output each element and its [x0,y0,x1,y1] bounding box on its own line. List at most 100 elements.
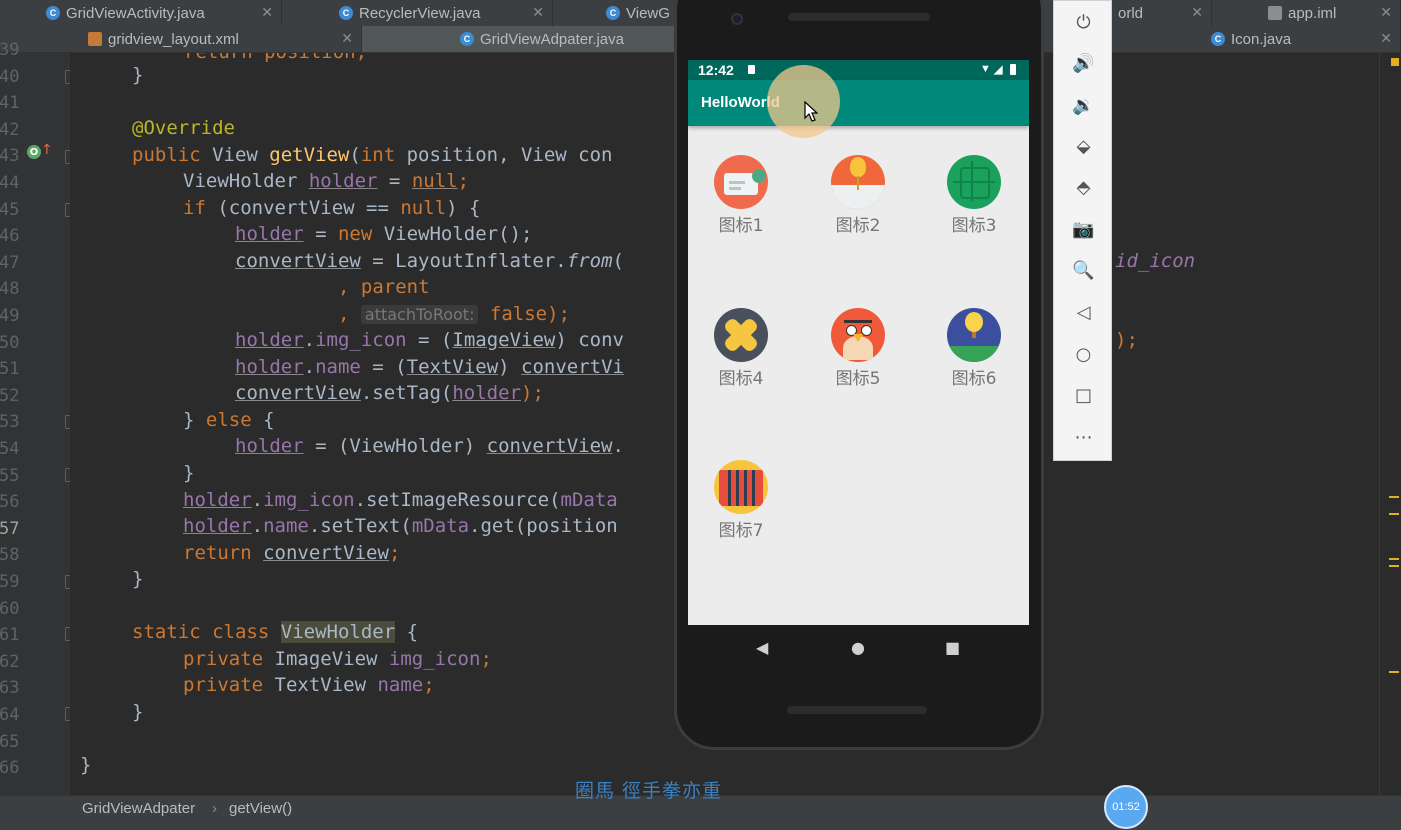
code-line: } [132,566,143,592]
more-icon[interactable]: ⋯ [1054,419,1113,455]
back-icon[interactable]: ◁ [1054,294,1113,330]
tab-label: RecyclerView.java [359,4,481,22]
line-number: 55 [0,465,20,486]
home-icon[interactable]: ○ [1054,336,1113,372]
field: mData [560,489,618,511]
keyword: false [489,303,548,325]
variable: convertView [235,250,361,272]
tab-recyclerview[interactable]: C RecyclerView.java ✕ [333,0,553,26]
breadcrumb-method[interactable]: getView() [229,800,292,817]
tab-label: app.iml [1288,4,1337,22]
tab-icon-java[interactable]: C Icon.java ✕ [1205,26,1401,52]
grid-item[interactable]: 图标5 [808,308,908,389]
close-icon[interactable]: ✕ [1380,4,1392,21]
xml-file-icon [88,32,102,46]
code-line: private ImageView img_icon; [183,646,492,672]
code-text: .setText( [308,515,412,537]
variable: convertVi [521,356,624,378]
code-line: id_icon [1115,248,1195,274]
emulator-screen[interactable]: 12:42 ▼ ◢ HelloWorld 图标1 图标2 图标3 图标4 图标5… [688,60,1029,625]
line-number: 65 [0,731,20,752]
variable: holder [235,356,304,378]
code-text: { [395,621,419,643]
tab-helloworld[interactable]: orld ✕ [1112,0,1212,26]
grid-item-label: 图标6 [951,369,997,389]
camera-icon[interactable]: 📷 [1054,211,1113,247]
code-line: holder = new ViewHolder(); [235,221,532,247]
code-line: } else { [183,407,275,433]
code-line: ViewHolder holder = null; [183,168,469,194]
code-line: holder = (ViewHolder) convertView. [235,433,624,459]
breadcrumb-class[interactable]: GridViewAdpater [82,800,195,817]
line-number: 52 [0,385,20,406]
keyword: int [360,144,396,166]
tab-gridview-layout[interactable]: gridview_layout.xml ✕ [82,26,362,52]
override-gutter-icon[interactable]: O [27,145,41,159]
nav-home-button[interactable]: ● [851,638,865,657]
line-number: 47 [0,252,20,273]
grid-item-label: 图标5 [835,369,881,389]
warning-mark[interactable] [1389,496,1399,498]
close-icon[interactable]: ✕ [1191,4,1203,21]
close-icon[interactable]: ✕ [261,4,273,21]
grid-item[interactable]: 图标4 [691,308,791,389]
code-text: . [303,329,316,351]
code-text: } [132,701,144,723]
code-text: ; [457,170,470,192]
warning-mark[interactable] [1389,558,1399,560]
keyword: if [183,197,206,219]
variable: convertView [486,435,613,457]
overview-icon[interactable]: □ [1054,377,1113,413]
close-icon[interactable]: ✕ [532,4,544,21]
class-name: ViewHolder [280,621,396,643]
code-line: holder.name = (TextView) convertVi [235,354,624,380]
warning-mark[interactable] [1389,671,1399,673]
tab-app-iml[interactable]: app.iml ✕ [1262,0,1401,26]
front-camera-icon [731,13,743,25]
close-icon[interactable]: ✕ [1380,30,1392,47]
grid-item[interactable]: 图标1 [691,155,791,236]
line-number: 40 [0,66,20,87]
volume-down-icon[interactable]: 🔉 [1054,87,1113,123]
wifi-icon: ▼ [980,63,991,75]
line-number: 43 [0,146,20,167]
battery-icon [1010,64,1016,75]
error-stripe[interactable] [1379,53,1401,795]
rotate-left-icon[interactable]: ⬙ [1054,128,1113,164]
code-line: return position; [184,53,367,65]
nav-recents-button[interactable]: ■ [945,638,960,657]
rotate-right-icon[interactable]: ⬘ [1054,169,1113,205]
grid-item[interactable]: 图标3 [924,155,1024,236]
earpiece-speaker [788,13,930,21]
warning-mark[interactable] [1391,58,1399,66]
warning-mark[interactable] [1389,513,1399,515]
grid-item[interactable]: 图标6 [924,308,1024,389]
code-line: holder.img_icon = (ImageView) conv [235,327,624,353]
warning-mark[interactable] [1389,565,1399,567]
volume-up-icon[interactable]: 🔊 [1054,45,1113,81]
nav-back-button[interactable]: ◀ [756,638,768,657]
tab-gridviewactivity[interactable]: C GridViewActivity.java ✕ [40,0,282,26]
close-icon[interactable]: ✕ [341,30,353,47]
zoom-icon[interactable]: 🔍 [1054,252,1113,288]
line-number: 49 [0,306,20,326]
code-text: . [251,489,264,511]
tab-label: GridViewActivity.java [66,4,205,22]
variable: holder [452,382,521,404]
tab-viewgroup[interactable]: C ViewG [600,0,680,26]
power-icon[interactable]: ⏻ [1054,4,1113,40]
line-number: 58 [0,545,20,566]
status-time: 12:42 [698,62,734,78]
grid-item[interactable]: 图标2 [808,155,908,236]
code-text: ( [349,144,361,166]
code-line: holder.name.setText(mData.get(position [183,513,618,539]
emulator-toolbar: ⏻ 🔊 🔉 ⬙ ⬘ 📷 🔍 ◁ ○ □ ⋯ [1053,0,1112,461]
grid-item[interactable]: 图标7 [691,460,791,541]
keyword: public [132,144,201,166]
keyword: new [337,223,373,245]
code-text: = [303,223,338,245]
code-text: ( [612,250,624,272]
code-line: return convertView; [183,540,400,566]
code-text: ; [423,674,435,696]
tab-gridviewadpater[interactable]: C GridViewAdpater.java [362,26,680,52]
